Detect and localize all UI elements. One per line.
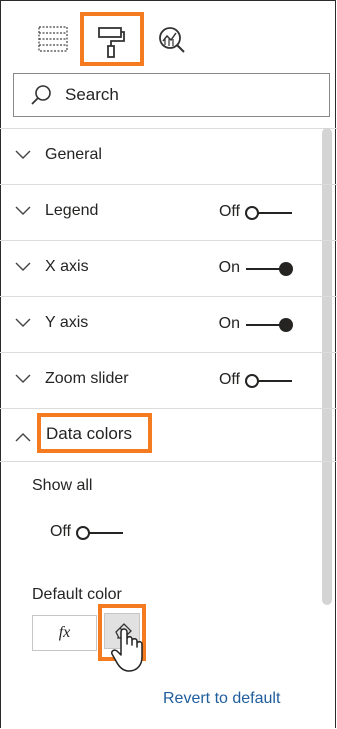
section-label: Zoom slider [45,370,129,387]
section-label: X axis [45,258,89,275]
toggle-state: On [218,315,240,332]
toggle-on-icon [246,318,293,332]
paint-roller-icon[interactable] [80,12,144,66]
toggle-state: Off [218,371,240,388]
search-box[interactable] [13,73,330,117]
section-legend[interactable]: Legend Off [0,184,320,240]
chevron-up-icon [15,430,31,448]
section-x-axis[interactable]: X axis On [0,240,320,296]
section-label: Y axis [45,314,89,331]
toggle-state: Off [218,203,240,220]
chevron-down-icon [15,371,31,389]
toggle-state: On [218,259,240,276]
default-color-label: Default color [32,586,122,603]
toggle-off-icon [76,526,123,540]
search-input[interactable] [65,83,315,107]
toggle-on-icon [246,262,293,276]
chevron-down-icon [15,203,31,221]
show-all-toggle[interactable]: Off [45,523,125,543]
section-label: General [45,146,102,163]
toggle-state: Off [49,523,71,540]
section-zoom-slider[interactable]: Zoom slider Off [0,352,320,408]
zoom-slider-toggle[interactable]: Off [214,371,294,391]
fx-button[interactable]: fx [32,615,97,651]
data-colors-highlight: Data colors [37,413,152,453]
section-general[interactable]: General [0,128,320,184]
pane-tab-bar [0,0,337,70]
divider [0,461,337,462]
y-axis-toggle[interactable]: On [214,315,294,335]
chevron-down-icon [15,259,31,277]
x-axis-toggle[interactable]: On [214,259,294,279]
section-label: Data colors [46,424,132,443]
legend-toggle[interactable]: Off [214,203,294,223]
toggle-off-icon [245,374,292,388]
analytics-magnifier-icon[interactable] [158,26,186,54]
chevron-down-icon [15,147,31,165]
toggle-off-icon [245,206,292,220]
scrollbar[interactable] [322,128,332,605]
chevron-down-icon [15,315,31,333]
section-y-axis[interactable]: Y axis On [0,296,320,352]
search-icon [30,84,52,111]
revert-to-default-link[interactable]: Revert to default [163,690,280,708]
fields-icon[interactable] [38,26,68,52]
show-all-label: Show all [32,477,93,494]
section-label: Legend [45,202,99,219]
hand-cursor-icon [111,627,151,678]
